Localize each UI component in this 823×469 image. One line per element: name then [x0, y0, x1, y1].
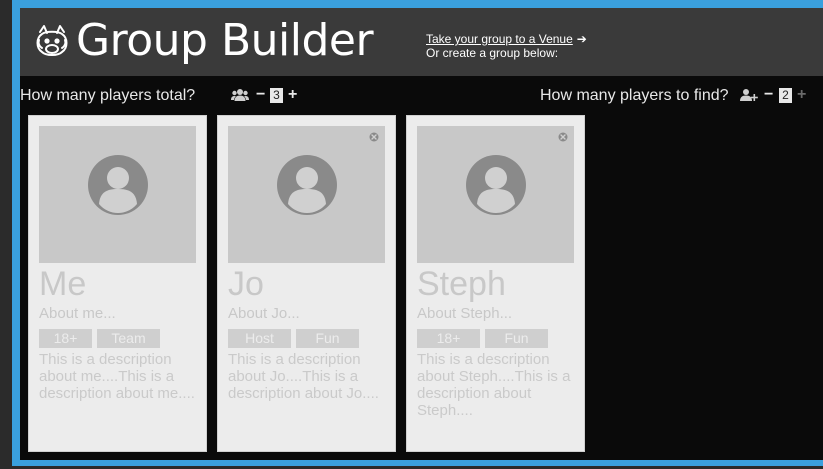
user-avatar-icon: [277, 155, 337, 215]
tag-badge: Fun: [485, 329, 548, 348]
find-increment-button[interactable]: +: [797, 85, 806, 105]
player-photo[interactable]: [228, 126, 385, 263]
user-plus-icon: [740, 89, 758, 101]
find-players-label: How many players to find?: [540, 87, 729, 104]
player-name: Steph: [417, 265, 506, 303]
venue-section: Take your group to a Venue ➔ Or create a …: [426, 32, 587, 60]
player-card: Steph About Steph... 18+ Fun This is a d…: [406, 115, 585, 452]
tag-badge: 18+: [417, 329, 480, 348]
player-about: About Jo...: [228, 305, 300, 322]
player-description: This is a description about me....This i…: [39, 351, 195, 402]
player-description: This is a description about Steph....Thi…: [417, 351, 571, 419]
user-avatar-icon: [466, 155, 526, 215]
close-icon[interactable]: [369, 132, 379, 142]
player-name: Jo: [228, 265, 264, 303]
total-increment-button[interactable]: +: [288, 85, 297, 105]
boar-icon: [36, 25, 68, 56]
player-about: About Steph...: [417, 305, 513, 322]
total-players-value: 3: [270, 88, 283, 103]
player-controls: How many players total? − 3 + How many p…: [20, 76, 823, 114]
tag-badge: Team: [97, 329, 160, 348]
total-players-label: How many players total?: [20, 87, 196, 104]
player-name: Me: [39, 265, 87, 303]
total-decrement-button[interactable]: −: [256, 85, 265, 105]
user-avatar-icon: [88, 155, 148, 215]
find-players-value: 2: [779, 88, 792, 103]
player-about: About me...: [39, 305, 116, 322]
close-icon[interactable]: [558, 132, 568, 142]
arrow-right-icon: ➔: [576, 32, 587, 46]
header: Group Builder Take your group to a Venue…: [20, 8, 823, 76]
create-text: Or create a group below:: [426, 46, 559, 60]
page-title: Group Builder: [76, 15, 374, 66]
tag-badge: 18+: [39, 329, 92, 348]
venue-link[interactable]: Take your group to a Venue: [426, 32, 573, 46]
app-content: Group Builder Take your group to a Venue…: [20, 8, 823, 460]
tag-badge: Fun: [296, 329, 359, 348]
users-icon: [231, 89, 249, 101]
player-description: This is a description about Jo....This i…: [228, 351, 379, 402]
tag-badge: Host: [228, 329, 291, 348]
player-card: Me About me... 18+ Team This is a descri…: [28, 115, 207, 452]
player-photo[interactable]: [417, 126, 574, 263]
player-photo[interactable]: [39, 126, 196, 263]
player-card: Jo About Jo... Host Fun This is a descri…: [217, 115, 396, 452]
app-frame: Group Builder Take your group to a Venue…: [12, 0, 823, 466]
find-decrement-button[interactable]: −: [764, 85, 773, 105]
